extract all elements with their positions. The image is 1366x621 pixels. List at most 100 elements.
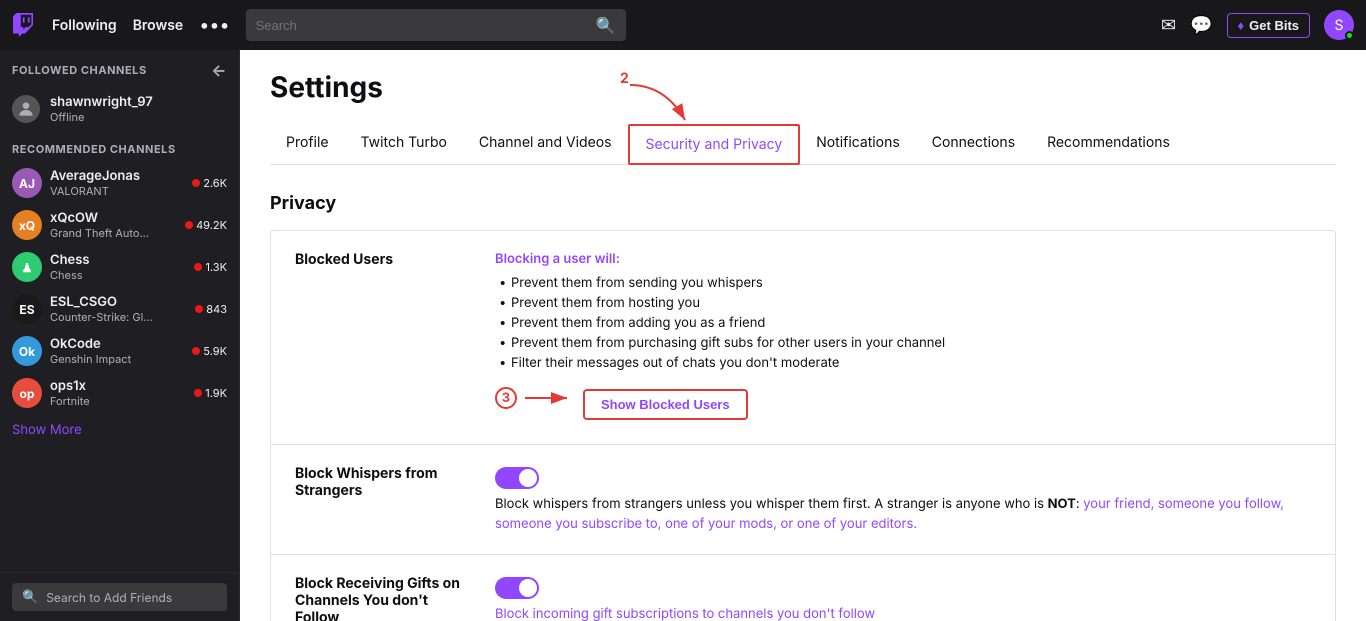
live-dot [192,179,200,187]
show-more-button[interactable]: Show More [0,414,239,446]
channel-info: ops1x Fortnite [50,378,186,408]
channel-avatar: ES [12,294,42,324]
blocking-bullet: Prevent them from purchasing gift subs f… [495,335,1311,351]
get-bits-button[interactable]: ♦ Get Bits [1227,13,1310,38]
recommended-channels-header: RECOMMENDED CHANNELS [0,132,239,162]
block-gifts-description: Block incoming gift subscriptions to cha… [495,605,875,621]
twitch-logo[interactable] [12,13,36,37]
live-dot [194,263,202,271]
channel-name: ESL_CSGO [50,294,187,310]
settings-tab[interactable]: Channel and Videos [463,124,628,165]
user-avatar[interactable]: S [1324,10,1354,40]
blocking-title: Blocking a user will: [495,251,1311,267]
channel-game: Grand Theft Auto... [50,226,177,240]
block-gifts-content: Block incoming gift subscriptions to cha… [495,575,875,621]
settings-tab[interactable]: Twitch Turbo [345,124,463,165]
top-navigation: Following Browse ••• 🔍 ✉ 💬 ♦ Get Bits S [0,0,1366,50]
blocking-bullets: Prevent them from sending you whispers Pr… [495,275,1311,371]
search-icon: 🔍 [596,15,616,35]
friend-text: your friend, someone you follow, someone… [495,496,1284,532]
collapse-sidebar-icon[interactable]: ← [211,60,227,80]
channel-item[interactable]: Ok OkCode Genshin Impact 5.9K [0,330,239,372]
blocking-bullet: Prevent them from adding you as a friend [495,315,1311,331]
channel-game: Counter-Strike: Gl... [50,310,187,324]
channel-info: ESL_CSGO Counter-Strike: Gl... [50,294,187,324]
current-user-info: shawnwright_97 Offline [50,94,153,124]
settings-tab[interactable]: Notifications [800,124,916,165]
settings-tabs: ProfileTwitch TurboChannel and VideosSec… [270,124,1336,165]
channel-avatar: AJ [12,168,42,198]
page-layout: FOLLOWED CHANNELS ← shawnwright_97 Offli… [0,50,1366,621]
annotation-number-3: 3 [495,387,517,409]
privacy-card: Blocked Users Blocking a user will: Prev… [270,230,1336,621]
channel-item[interactable]: op ops1x Fortnite 1.9K [0,372,239,414]
blocking-bullet: Prevent them from hosting you [495,295,1311,311]
channel-game: Fortnite [50,394,186,408]
blocking-bullet: Filter their messages out of chats you d… [495,355,1311,371]
channel-name: xQcOW [50,210,177,226]
blocked-users-row: Blocked Users Blocking a user will: Prev… [271,231,1335,445]
block-gifts-toggle[interactable] [495,577,539,599]
following-link[interactable]: Following [52,17,117,34]
live-dot [192,347,200,355]
block-whispers-content: Block whispers from strangers unless you… [495,465,1311,534]
channel-item[interactable]: xQ xQcOW Grand Theft Auto... 49.2K [0,204,239,246]
channel-info: xQcOW Grand Theft Auto... [50,210,177,240]
current-user-item[interactable]: shawnwright_97 Offline [0,86,239,132]
block-whispers-toggle[interactable] [495,467,539,489]
blocking-bullet: Prevent them from sending you whispers [495,275,1311,291]
live-dot [195,305,203,313]
settings-tab[interactable]: Profile [270,124,345,165]
page-title: Settings [270,70,1336,104]
settings-tab[interactable]: Connections [916,124,1031,165]
toggle-knob [519,469,537,487]
live-dot [185,221,193,229]
toggle-knob-gifts [519,579,537,597]
current-user-avatar [12,95,40,123]
search-friends-button[interactable]: 🔍 Search to Add Friends [12,583,227,611]
chat-icon[interactable]: 💬 [1190,15,1212,36]
channel-avatar: ♟ [12,252,42,282]
inbox-icon[interactable]: ✉ [1161,15,1176,36]
block-gifts-row: Block Receiving Gifts on Channels You do… [271,555,1335,621]
block-gifts-desc-text: Block incoming gift subscriptions to cha… [495,606,875,621]
channel-item[interactable]: AJ AverageJonas VALORANT 2.6K [0,162,239,204]
settings-tab[interactable]: Recommendations [1031,124,1186,165]
bits-diamond-icon: ♦ [1238,18,1245,33]
more-menu-button[interactable]: ••• [199,15,229,36]
browse-link[interactable]: Browse [133,17,184,34]
show-blocked-users-button[interactable]: Show Blocked Users [583,389,748,420]
channel-name: Chess [50,252,186,268]
privacy-section-title: Privacy [270,193,1336,214]
topnav-right-actions: ✉ 💬 ♦ Get Bits S [1161,10,1354,40]
channel-avatar: xQ [12,210,42,240]
block-whispers-description: Block whispers from strangers unless you… [495,495,1311,534]
online-status-dot [1345,31,1354,40]
channel-game: VALORANT [50,184,184,198]
settings-header-area: Settings 2 [270,70,1336,104]
search-bar[interactable]: 🔍 [246,9,626,41]
channel-item[interactable]: ♟ Chess Chess 1.3K [0,246,239,288]
settings-tab[interactable]: Security and Privacy [628,124,801,165]
channel-name: AverageJonas [50,168,184,184]
search-input[interactable] [256,18,596,33]
channel-viewers: 49.2K [185,218,227,232]
annotation-3-row: 3 Show Blocked Users [495,375,1311,420]
annotation-3-arrow [525,388,575,408]
channel-name: ops1x [50,378,186,394]
blocked-users-label: Blocked Users [295,251,475,268]
channel-game: Genshin Impact [50,352,184,366]
search-friends-icon: 🔍 [22,589,38,605]
channel-avatar: Ok [12,336,42,366]
channel-info: Chess Chess [50,252,186,282]
block-whispers-label: Block Whispers from Strangers [295,465,475,499]
channel-game: Chess [50,268,186,282]
channel-viewers: 1.3K [194,260,227,274]
channel-info: AverageJonas VALORANT [50,168,184,198]
sidebar-bottom: 🔍 Search to Add Friends [0,572,239,621]
channel-info: OkCode Genshin Impact [50,336,184,366]
channel-viewers: 2.6K [192,176,227,190]
block-whispers-row: Block Whispers from Strangers Block whis… [271,445,1335,555]
channel-viewers: 1.9K [194,386,227,400]
channel-item[interactable]: ES ESL_CSGO Counter-Strike: Gl... 843 [0,288,239,330]
